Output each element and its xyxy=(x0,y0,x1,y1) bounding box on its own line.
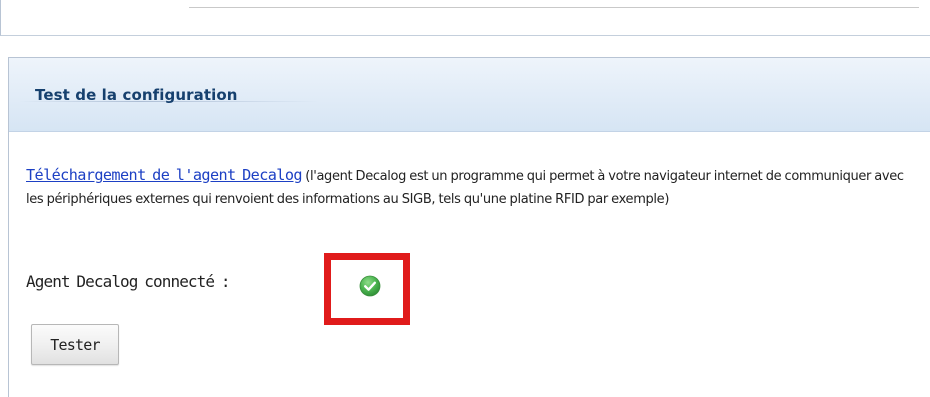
config-test-panel: Test de la configuration xyxy=(8,57,930,397)
check-circle-icon xyxy=(359,275,381,297)
panel-title: Test de la configuration xyxy=(35,86,238,104)
previous-panel xyxy=(0,0,930,36)
tester-button[interactable]: Tester xyxy=(31,324,119,365)
agent-status-label: Agent Decalog connecté : xyxy=(26,272,230,291)
divider xyxy=(189,7,919,8)
download-agent-link[interactable]: Téléchargement de l'agent Decalog xyxy=(26,166,303,184)
panel-header: Test de la configuration xyxy=(9,58,930,132)
agent-description: Téléchargement de l'agent Decalog (l'age… xyxy=(26,164,921,211)
